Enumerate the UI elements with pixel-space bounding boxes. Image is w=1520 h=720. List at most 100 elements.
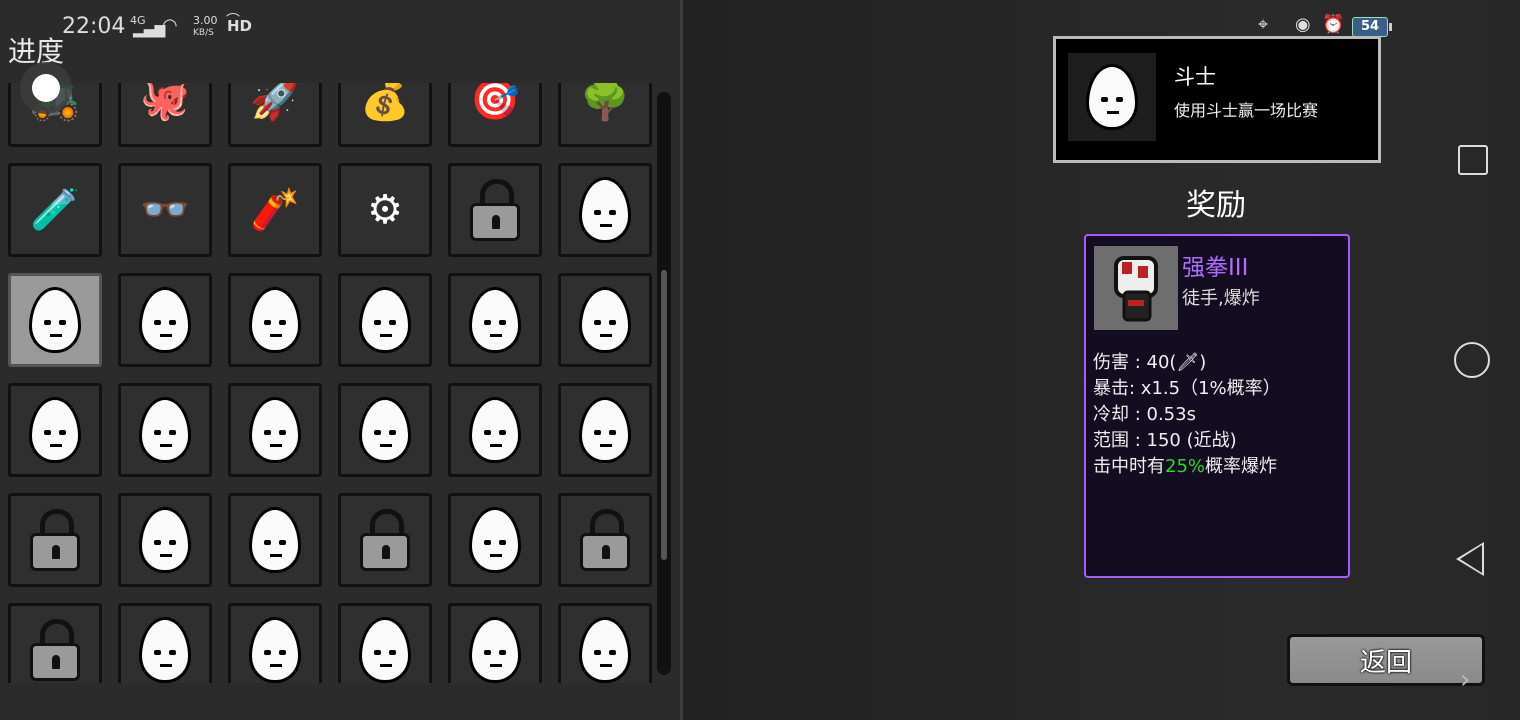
- grid-tile-egg-monocle[interactable]: [228, 273, 322, 367]
- grid-tile-tree[interactable]: 🌳: [558, 83, 652, 147]
- egg-bearded-icon: [359, 617, 411, 683]
- egg-mustache-icon: [579, 287, 631, 353]
- lock-icon: [580, 509, 630, 571]
- speed-unit: KB/S: [193, 28, 214, 38]
- reward-card: 强拳III 徒手,爆炸 伤害 : 40(🗡) 暴击: x1.5（1%概率） 冷却…: [1084, 234, 1350, 578]
- grid-tile-rocket[interactable]: 🚀: [228, 83, 322, 147]
- lock-icon: [470, 179, 520, 241]
- dynamite-icon: 🧨: [250, 187, 300, 233]
- egg-monocle-icon: [249, 287, 301, 353]
- effect-chance: 25%: [1165, 456, 1206, 477]
- battery-icon: 54: [1352, 17, 1392, 37]
- egg-kiss-icon: [249, 507, 301, 573]
- egg-dazed-icon: [29, 397, 81, 463]
- egg-old-beard-icon: [359, 287, 411, 353]
- grid-tile-flask[interactable]: 🧪: [8, 163, 102, 257]
- grid-tile-egg-ninja[interactable]: [558, 603, 652, 683]
- grid-tile-lock[interactable]: [8, 603, 102, 683]
- grid-tile-egg-angry[interactable]: [118, 493, 212, 587]
- headset-icon: ⌒: [226, 13, 240, 29]
- system-navigation-bar: [1424, 52, 1520, 720]
- back-button[interactable]: 返回: [1287, 634, 1485, 686]
- stat-damage: 伤害 : 40(🗡): [1093, 352, 1207, 373]
- sewing-machine-icon: ⚙: [367, 187, 403, 233]
- grid-tile-money-bag[interactable]: 💰: [338, 83, 432, 147]
- signal-icon: ▂▄▆: [133, 22, 166, 38]
- grid-tile-egg-helmet[interactable]: [228, 603, 322, 683]
- grid-tile-egg-bruised[interactable]: [8, 273, 102, 367]
- egg-shout-icon: [359, 397, 411, 463]
- recent-apps-icon[interactable]: [1458, 145, 1488, 175]
- gamepad-icon: ⌖: [1258, 14, 1269, 35]
- grid-tile-lock[interactable]: [8, 493, 102, 587]
- rocket-icon: 🚀: [250, 83, 300, 123]
- grid-tile-egg-goatee[interactable]: [448, 493, 542, 587]
- egg-unshaven-icon: [249, 397, 301, 463]
- grid-tile-egg-sad[interactable]: [558, 383, 652, 477]
- egg-sad-icon: [579, 397, 631, 463]
- achievement-card: 斗士 使用斗士赢一场比赛: [1053, 36, 1381, 163]
- lock-icon: [30, 509, 80, 571]
- floating-assistive-button[interactable]: [20, 62, 72, 114]
- home-icon[interactable]: [1454, 342, 1490, 378]
- grid-tile-target-stand[interactable]: 🎯: [448, 83, 542, 147]
- alarm-icon: ⏰: [1322, 14, 1345, 35]
- achievement-description: 使用斗士赢一场比赛: [1174, 101, 1319, 120]
- achievement-icon: [1068, 53, 1156, 141]
- tentacle-icon: 🐙: [140, 83, 190, 123]
- egg-mask-icon: [469, 617, 521, 683]
- egg-helmet-icon: [249, 617, 301, 683]
- tree-icon: 🌳: [580, 83, 630, 123]
- achievement-name: 斗士: [1174, 65, 1216, 89]
- grid-tile-egg-frown[interactable]: [558, 163, 652, 257]
- grid-tile-lock[interactable]: [338, 493, 432, 587]
- egg-angry-icon: [139, 507, 191, 573]
- egg-dots-icon: [139, 397, 191, 463]
- rotation-lock-icon: ◉: [1295, 14, 1311, 35]
- egg-bruised-icon: [29, 287, 81, 353]
- grid-tile-dynamite[interactable]: 🧨: [228, 163, 322, 257]
- wifi-icon: ◠: [162, 15, 178, 36]
- grid-tile-egg-old-beard[interactable]: [338, 273, 432, 367]
- chevron-right-icon: ›: [1460, 665, 1471, 695]
- grid-tile-egg-mask[interactable]: [448, 603, 542, 683]
- grid-tile-egg-dazed[interactable]: [8, 383, 102, 477]
- reward-name: 强拳III: [1182, 255, 1249, 281]
- lock-icon: [360, 509, 410, 571]
- egg-tongue-icon: [469, 397, 521, 463]
- grid-tile-tentacle[interactable]: 🐙: [118, 83, 212, 147]
- egg-bruised-icon: [1086, 64, 1138, 130]
- glasses-icon: 👓: [140, 187, 190, 233]
- grid-tile-lock[interactable]: [558, 493, 652, 587]
- stat-cooldown: 冷却 : 0.53s: [1093, 404, 1196, 425]
- stat-range: 范围 : 150 (近战): [1093, 430, 1237, 451]
- speed-value: 3.00: [193, 14, 218, 27]
- grid-tile-egg-smirk[interactable]: [118, 273, 212, 367]
- egg-smile-icon: [469, 287, 521, 353]
- grid-tile-egg-kiss[interactable]: [228, 493, 322, 587]
- reward-heading: 奖励: [1186, 188, 1246, 223]
- achievement-grid: 🚜🐙🚀💰🎯🌳🧪👓🧨⚙: [0, 83, 660, 683]
- egg-goatee-icon: [469, 507, 521, 573]
- scrollbar-thumb[interactable]: [661, 270, 667, 560]
- grid-tile-egg-bearded[interactable]: [338, 603, 432, 683]
- grid-tile-sewing-machine[interactable]: ⚙: [338, 163, 432, 257]
- egg-suit-icon: [139, 617, 191, 683]
- grid-tile-egg-mustache[interactable]: [558, 273, 652, 367]
- egg-ninja-icon: [579, 617, 631, 683]
- grid-tile-egg-smile[interactable]: [448, 273, 542, 367]
- egg-frown-icon: [579, 177, 631, 243]
- grid-tile-glasses[interactable]: 👓: [118, 163, 212, 257]
- grid-tile-egg-suit[interactable]: [118, 603, 212, 683]
- grid-scrollbar[interactable]: [657, 92, 671, 675]
- grid-tile-egg-dots[interactable]: [118, 383, 212, 477]
- grid-tile-egg-unshaven[interactable]: [228, 383, 322, 477]
- clock: 22:04: [62, 14, 126, 39]
- grid-tile-lock[interactable]: [448, 163, 542, 257]
- lock-icon: [30, 619, 80, 681]
- fist-icon: [1094, 246, 1178, 330]
- flask-icon: 🧪: [30, 187, 80, 233]
- grid-tile-egg-tongue[interactable]: [448, 383, 542, 477]
- grid-tile-egg-shout[interactable]: [338, 383, 432, 477]
- money-bag-icon: 💰: [360, 83, 410, 123]
